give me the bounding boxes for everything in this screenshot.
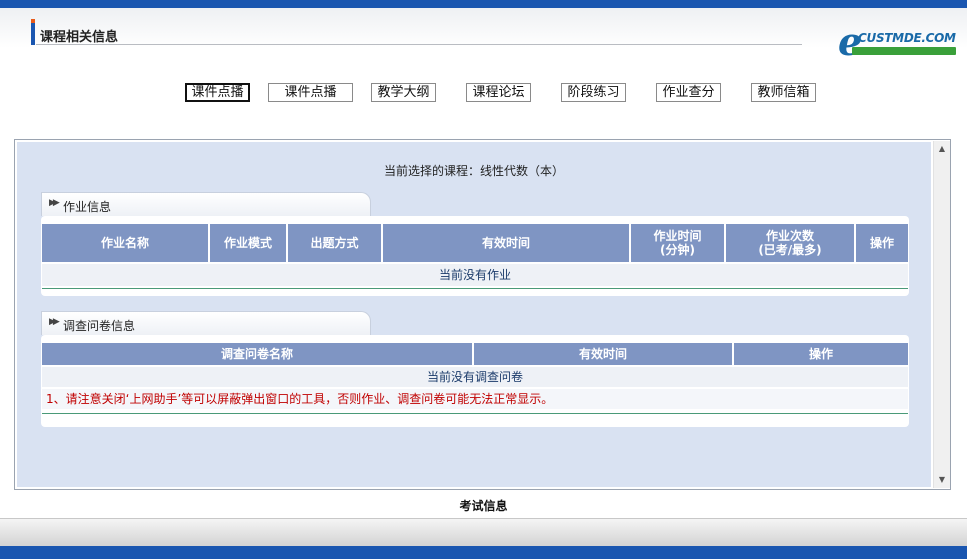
homework-bottom-rule xyxy=(42,288,908,289)
col-survey-valid-time: 有效时间 xyxy=(474,343,734,365)
survey-bottom-rule xyxy=(42,413,908,414)
survey-section-title: 调查问卷信息 xyxy=(63,319,136,333)
course-nav: 课件点播 课件点播 教学大纲 课程论坛 阶段练习 作业查分 教师信箱 xyxy=(0,75,967,102)
col-survey-name: 调查问卷名称 xyxy=(42,343,474,365)
double-arrow-icon: ▶▶ xyxy=(49,317,60,327)
logo-stripe xyxy=(852,47,956,55)
exam-info-label: 考试信息 xyxy=(459,499,508,513)
col-homework-duration: 作业时间 (分钟) xyxy=(631,224,726,262)
nav-forum[interactable]: 课程论坛 xyxy=(466,83,531,102)
col-valid-time: 有效时间 xyxy=(383,224,631,262)
site-logo: e CUSTMDE.COM xyxy=(838,23,960,63)
double-arrow-icon: ▶▶ xyxy=(49,198,60,208)
col-homework-name: 作业名称 xyxy=(42,224,210,262)
col-question-method: 出题方式 xyxy=(288,224,383,262)
nav-courseware-2[interactable]: 课件点播 xyxy=(268,83,353,102)
top-accent-bar xyxy=(0,0,967,8)
scroll-down-arrow-icon[interactable]: ▼ xyxy=(934,472,950,488)
nav-syllabus[interactable]: 教学大纲 xyxy=(371,83,436,102)
homework-section-tab: ▶▶ 作业信息 xyxy=(41,192,371,216)
popup-blocker-notice: 1、请注意关闭‘上网助手’等可以屏蔽弹出窗口的工具，否则作业、调查问卷可能无法正… xyxy=(42,389,908,409)
col-survey-action: 操作 xyxy=(734,343,908,365)
survey-empty-row: 当前没有调查问卷 xyxy=(42,367,908,387)
scroll-up-arrow-icon[interactable]: ▲ xyxy=(934,141,950,157)
survey-panel: 调查问卷名称 有效时间 操作 当前没有调查问卷 1、请注意关闭‘上网助手’等可以… xyxy=(41,335,909,427)
col-action: 操作 xyxy=(856,224,908,262)
logo-text: CUSTMDE.COM xyxy=(858,31,956,45)
footer-band xyxy=(0,518,967,546)
nav-courseware-1[interactable]: 课件点播 xyxy=(185,83,250,102)
nav-grades[interactable]: 作业查分 xyxy=(656,83,721,102)
title-divider xyxy=(36,44,802,45)
col-homework-mode: 作业模式 xyxy=(210,224,288,262)
homework-panel: 作业名称 作业模式 出题方式 有效时间 作业时间 (分钟) 作业次数 (已考/最… xyxy=(41,216,909,296)
content-frame: 当前选择的课程：线性代数（本） ▶▶ 作业信息 作业名称 作业模式 出题方式 有… xyxy=(14,139,951,490)
bottom-accent-bar xyxy=(0,546,967,559)
title-marker xyxy=(31,19,35,45)
page-header: 课程相关信息 e CUSTMDE.COM xyxy=(0,8,967,135)
survey-section-tab: ▶▶ 调查问卷信息 xyxy=(41,311,371,335)
homework-empty-row: 当前没有作业 xyxy=(42,264,908,286)
homework-section-title: 作业信息 xyxy=(63,200,112,214)
vertical-scrollbar[interactable]: ▲ ▼ xyxy=(933,141,950,488)
page-title: 课程相关信息 xyxy=(40,30,119,45)
survey-table-header: 调查问卷名称 有效时间 操作 xyxy=(42,343,908,365)
current-course: 当前选择的课程：线性代数（本） xyxy=(383,164,564,178)
content-area: 当前选择的课程：线性代数（本） ▶▶ 作业信息 作业名称 作业模式 出题方式 有… xyxy=(17,142,931,487)
nav-practice[interactable]: 阶段练习 xyxy=(561,83,626,102)
homework-table-header: 作业名称 作业模式 出题方式 有效时间 作业时间 (分钟) 作业次数 (已考/最… xyxy=(42,224,908,262)
col-homework-attempts: 作业次数 (已考/最多) xyxy=(726,224,856,262)
nav-teacher-mail[interactable]: 教师信箱 xyxy=(751,83,816,102)
